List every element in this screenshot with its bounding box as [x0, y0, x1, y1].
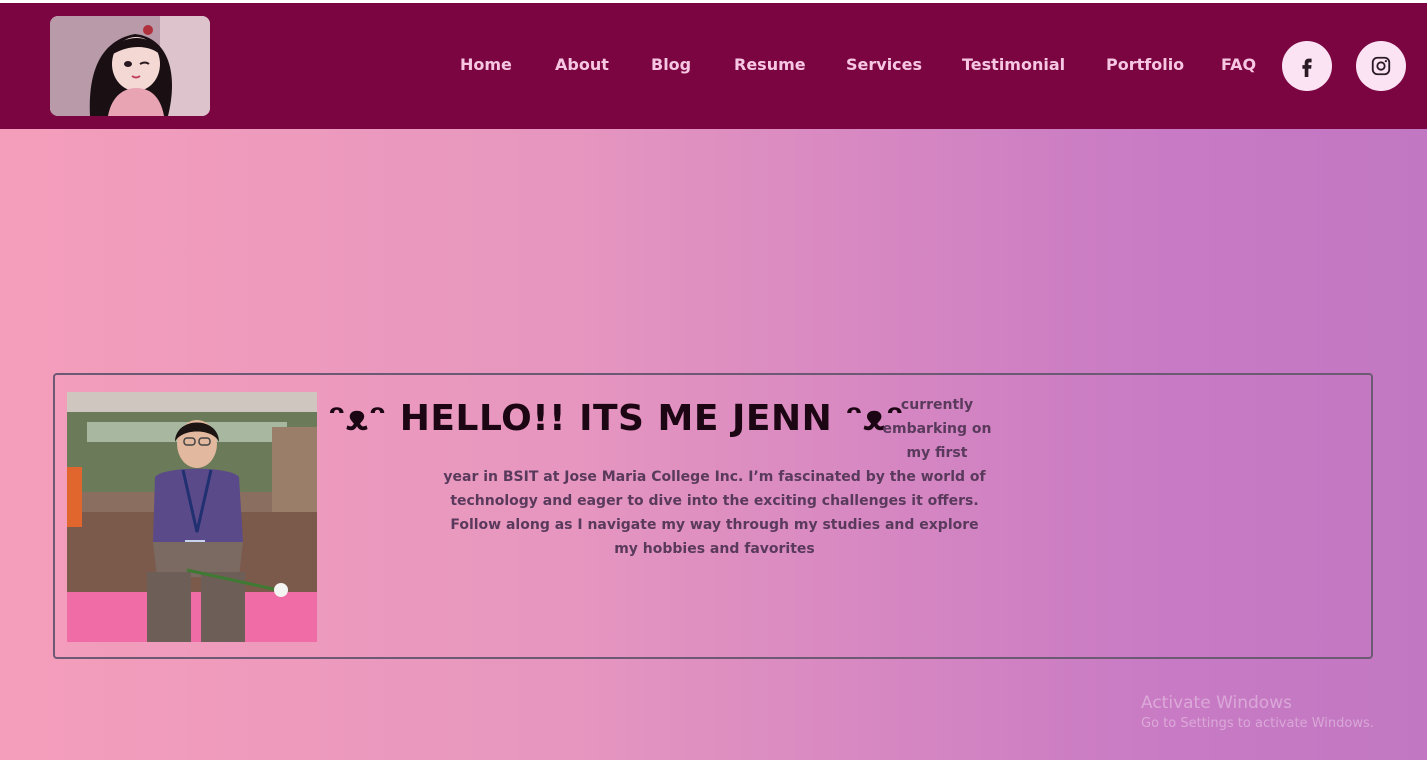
nav-faq[interactable]: FAQ [1221, 55, 1256, 74]
instagram-button[interactable] [1356, 41, 1406, 91]
bio-text: year in BSIT at Jose Maria College Inc. … [443, 469, 986, 557]
intro-card: ᵔᴥᵔ HELLO!! ITS ME JENN ᵔᴥᵔ currently em… [53, 373, 1373, 659]
student-photo-image [67, 392, 317, 642]
watermark-title: Activate Windows [1141, 693, 1292, 713]
nav-about[interactable]: About [555, 55, 609, 74]
nav-home[interactable]: Home [460, 55, 512, 74]
main-navigation: Home About Blog Resume Services Testimon… [0, 3, 1427, 129]
nav-testimonial[interactable]: Testimonial [962, 55, 1065, 74]
facebook-icon [1302, 58, 1312, 77]
watermark-subtitle: Go to Settings to activate Windows. [1141, 716, 1374, 731]
facebook-button[interactable] [1282, 41, 1332, 91]
profile-photo [67, 392, 317, 642]
intro-text: currently embarking on my first [882, 397, 992, 461]
navbar: Home About Blog Resume Services Testimon… [0, 3, 1427, 129]
instagram-icon [1371, 56, 1391, 76]
nav-services[interactable]: Services [846, 55, 922, 74]
nav-blog[interactable]: Blog [651, 55, 691, 74]
nav-portfolio[interactable]: Portfolio [1106, 55, 1184, 74]
windows-activation-watermark: Activate Windows Go to Settings to activ… [1141, 693, 1374, 731]
nav-resume[interactable]: Resume [734, 55, 806, 74]
hero-heading: ᵔᴥᵔ HELLO!! ITS ME JENN ᵔᴥᵔ [328, 398, 904, 439]
